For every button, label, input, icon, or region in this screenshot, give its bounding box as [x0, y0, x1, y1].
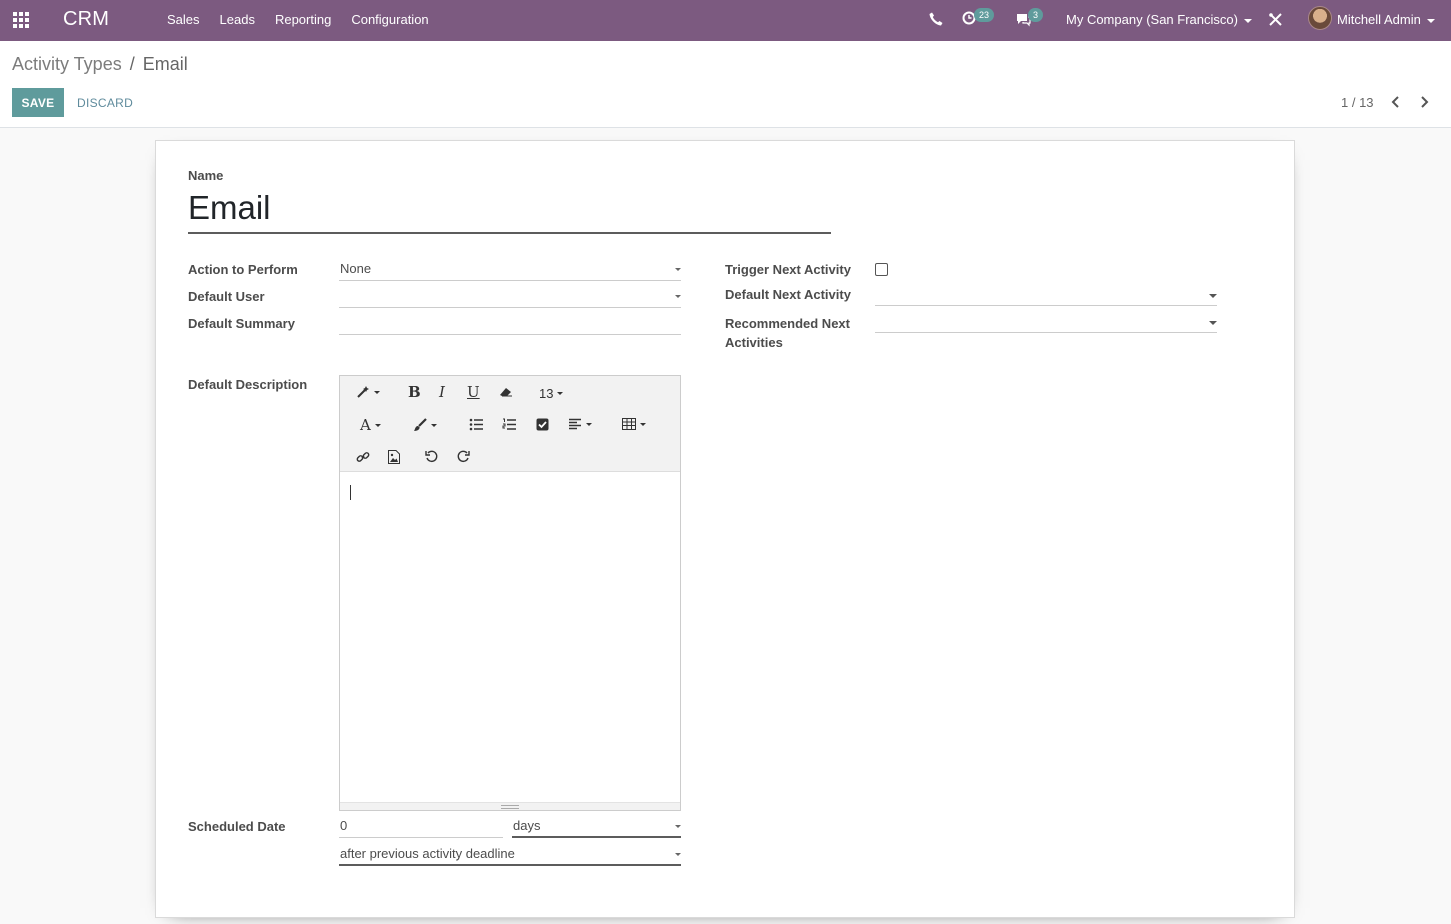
top-navbar: CRM Sales Leads Reporting Configuration …	[0, 0, 1451, 41]
grip-icon	[501, 805, 519, 809]
font-size-value: 13	[539, 386, 554, 401]
redo-icon	[457, 450, 470, 463]
default-next-label: Default Next Activity	[725, 287, 851, 302]
trigger-next-label: Trigger Next Activity	[725, 262, 851, 277]
font-color-dropdown[interactable]: A	[360, 416, 381, 434]
avatar[interactable]	[1308, 6, 1332, 30]
menu-item-sales[interactable]: Sales	[167, 12, 200, 27]
paint-brush-icon	[414, 418, 427, 431]
description-editable-area[interactable]	[340, 473, 680, 803]
menu-item-leads[interactable]: Leads	[220, 12, 255, 27]
align-dropdown[interactable]	[568, 418, 592, 430]
background-color-dropdown[interactable]	[413, 418, 437, 432]
table-dropdown[interactable]	[622, 418, 646, 430]
save-button[interactable]: SAVE	[12, 88, 64, 117]
chevron-down-icon	[675, 825, 681, 828]
trigger-next-checkbox[interactable]	[875, 263, 888, 276]
phone-icon[interactable]	[928, 11, 944, 27]
form-sheet: Name Email Action to Perform None Defaul…	[155, 140, 1295, 918]
scheduled-unit-value: days	[513, 818, 541, 833]
main-menu: Sales Leads Reporting Configuration	[167, 12, 449, 27]
chevron-down-icon	[675, 295, 681, 298]
link-icon	[356, 452, 370, 462]
company-name: My Company (San Francisco)	[1066, 12, 1238, 27]
menu-item-configuration[interactable]: Configuration	[351, 12, 428, 27]
chevron-down-icon	[1243, 18, 1252, 23]
debug-tools-icon[interactable]	[1268, 12, 1283, 27]
default-summary-input[interactable]	[339, 315, 681, 335]
editor-toolbar: B I U 13 A	[340, 376, 680, 472]
chevron-right-icon[interactable]	[1418, 95, 1430, 109]
scheduled-unit-select[interactable]: days	[512, 818, 681, 838]
scheduled-delay-input[interactable]: 0	[339, 818, 503, 838]
bullet-list-button[interactable]	[469, 418, 484, 431]
default-next-select[interactable]	[875, 286, 1217, 306]
undo-icon	[425, 450, 438, 463]
control-panel: Activity Types / Email SAVE DISCARD 1 / …	[0, 41, 1451, 128]
chevron-down-icon	[1426, 18, 1435, 23]
table-icon	[622, 418, 636, 430]
pager-value[interactable]: 1 / 13	[1341, 95, 1374, 110]
breadcrumb-current: Email	[142, 54, 188, 74]
chevron-left-icon[interactable]	[1390, 95, 1402, 109]
default-summary-label: Default Summary	[188, 316, 295, 331]
underline-button[interactable]: U	[467, 383, 480, 401]
eraser-icon	[500, 388, 512, 397]
italic-button[interactable]: I	[439, 383, 445, 401]
chevron-down-icon	[675, 853, 681, 856]
eraser-button[interactable]	[499, 386, 513, 398]
default-user-label: Default User	[188, 289, 265, 304]
user-menu[interactable]: Mitchell Admin	[1337, 12, 1435, 27]
action-value: None	[340, 261, 372, 276]
editor-resize-handle[interactable]	[340, 802, 680, 810]
description-editor: B I U 13 A	[339, 375, 681, 811]
breadcrumb-parent[interactable]: Activity Types	[12, 54, 122, 75]
link-button[interactable]	[356, 450, 370, 464]
apps-menu-icon[interactable]	[12, 11, 30, 29]
action-select[interactable]: None	[339, 261, 681, 281]
magic-wand-icon	[357, 386, 369, 398]
chevron-down-icon	[675, 268, 681, 271]
name-input[interactable]: Email	[188, 189, 831, 234]
description-label: Default Description	[188, 377, 308, 392]
recommended-next-label: Recommended Next Activities	[725, 316, 850, 350]
text-cursor	[350, 485, 351, 500]
app-brand[interactable]: CRM	[63, 8, 109, 31]
font-size-dropdown[interactable]: 13	[539, 386, 564, 401]
name-label: Name	[188, 168, 224, 183]
bold-button[interactable]: B	[408, 383, 421, 401]
chevron-down-icon	[1209, 321, 1217, 325]
checkbox-icon	[536, 418, 549, 431]
checklist-button[interactable]	[536, 418, 549, 431]
user-name: Mitchell Admin	[1337, 12, 1421, 27]
scheduled-from-value: after previous activity deadline	[340, 846, 515, 861]
numbered-list-button[interactable]	[502, 418, 517, 431]
image-icon	[388, 450, 400, 464]
default-user-select[interactable]	[339, 288, 681, 308]
scheduled-date-label: Scheduled Date	[188, 819, 286, 834]
numbered-list-icon	[502, 418, 516, 430]
discard-button[interactable]: DISCARD	[77, 88, 133, 117]
message-count-badge: 3	[1028, 8, 1044, 22]
image-button[interactable]	[388, 450, 400, 464]
menu-item-reporting[interactable]: Reporting	[275, 12, 331, 27]
activity-count-badge: 23	[974, 8, 995, 22]
breadcrumb: Activity Types / Email	[12, 54, 188, 75]
action-label: Action to Perform	[188, 262, 298, 277]
chevron-down-icon	[1209, 294, 1217, 298]
style-dropdown[interactable]	[356, 385, 380, 399]
bullet-list-icon	[469, 418, 483, 431]
breadcrumb-separator: /	[129, 54, 135, 74]
undo-button[interactable]	[425, 450, 438, 463]
recommended-next-select[interactable]	[875, 313, 1217, 333]
company-switcher[interactable]: My Company (San Francisco)	[1066, 12, 1252, 27]
redo-button[interactable]	[457, 450, 470, 463]
scheduled-from-select[interactable]: after previous activity deadline	[339, 846, 681, 866]
align-left-icon	[569, 418, 581, 430]
